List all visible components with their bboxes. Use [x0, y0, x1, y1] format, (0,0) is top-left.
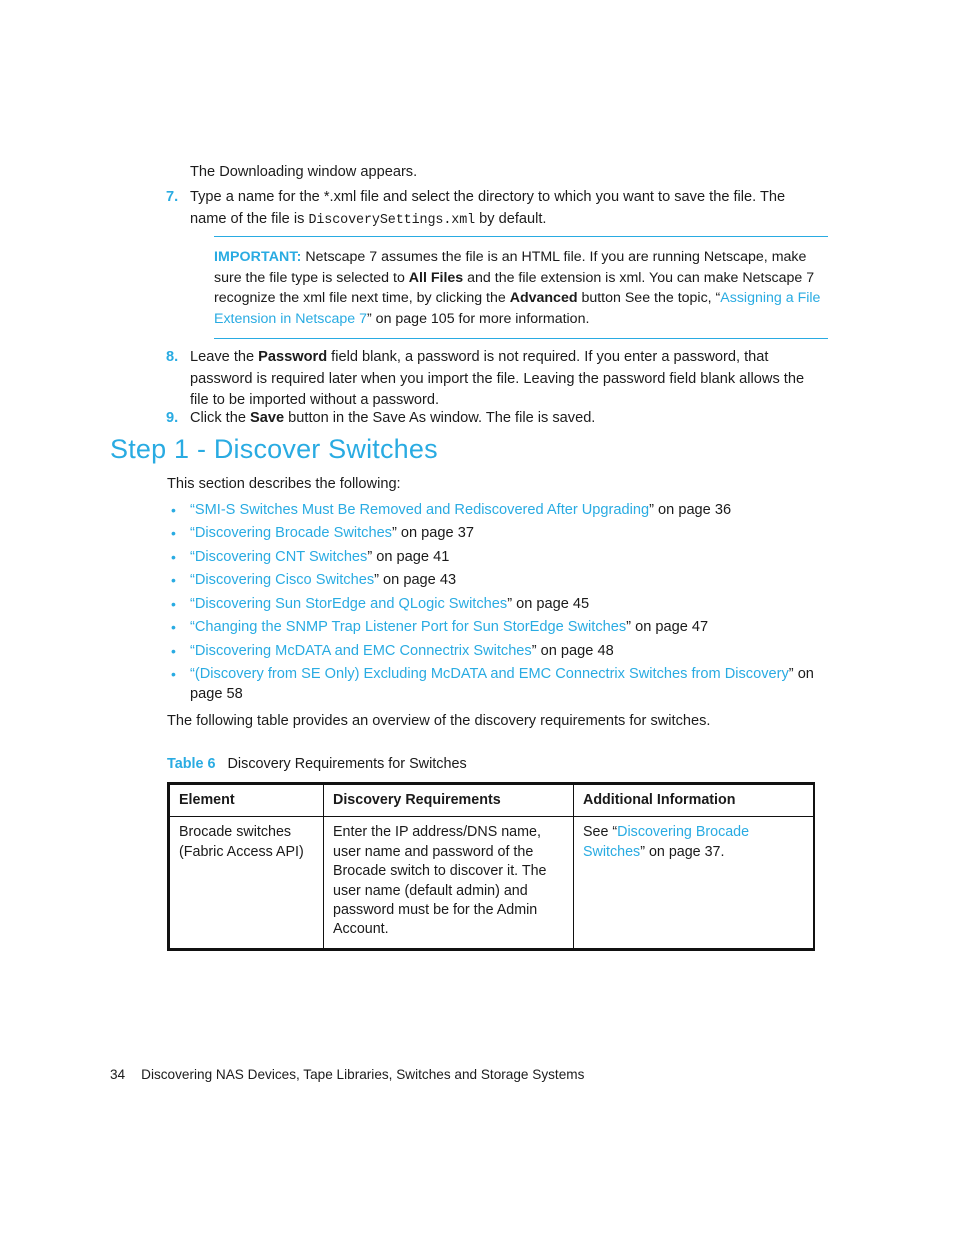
step-item-8: 8. Leave the Password field blank, a pas…: [166, 347, 818, 412]
note-part-4: ” on page 105 for more information.: [367, 310, 590, 327]
footer-page-number: 34: [110, 1067, 126, 1082]
section-heading: Step 1 - Discover Switches: [110, 434, 438, 464]
table-caption-text: Discovery Requirements for Switches: [227, 756, 467, 772]
bullet-icon: •: [171, 666, 176, 683]
important-note: IMPORTANT: Netscape 7 assumes the file i…: [214, 236, 828, 340]
list-item-suffix: ” on page 43: [374, 572, 457, 589]
table-lead-paragraph: The following table provides an overview…: [167, 713, 711, 729]
note-bold-advanced: Advanced: [509, 290, 578, 307]
table-header-discovery-requirements: Discovery Requirements: [323, 783, 574, 818]
list-item-suffix: ” on page 36: [649, 502, 732, 518]
table-header-additional-information: Additional Information: [573, 783, 814, 818]
bullet-icon: •: [171, 595, 176, 612]
table-row: Brocade switches (Fabric Access API) Ent…: [169, 816, 814, 949]
step-number: 7.: [166, 189, 179, 205]
list-item: • “Discovering Cisco Switches” on page 43: [167, 571, 827, 590]
list-item-suffix: ” on page 45: [507, 595, 590, 612]
list-item-suffix: ” on page 41: [367, 548, 450, 565]
table-caption-number: Table 6: [167, 756, 216, 772]
cell-element: Brocade switches (Fabric Access API): [169, 816, 324, 949]
step-text: Click the Save button in the Save As win…: [190, 408, 818, 430]
list-item-link[interactable]: Discovering CNT Switches: [195, 549, 367, 565]
list-item: • “Discovering McDATA and EMC Connectrix …: [167, 642, 827, 661]
discovery-requirements-table: Element Discovery Requirements Additiona…: [169, 783, 814, 949]
bullet-icon: •: [171, 548, 176, 565]
list-item-link[interactable]: Changing the SNMP Trap Listener Port for…: [195, 619, 626, 635]
list-item: • “(Discovery from SE Only) Excluding McD…: [167, 665, 827, 704]
list-item: • “Discovering CNT Switches” on page 41: [167, 548, 827, 567]
list-item-link[interactable]: Discovering Cisco Switches: [195, 572, 374, 588]
bullet-icon: •: [171, 525, 176, 542]
list-item-link[interactable]: (Discovery from SE Only) Excluding McDAT…: [195, 666, 789, 682]
step-text-part-1: Click the: [190, 410, 251, 426]
step-bold-save: Save: [250, 410, 285, 426]
step-number: 9.: [166, 410, 179, 426]
step-text: Leave the Password field blank, a passwo…: [190, 347, 818, 412]
discovery-requirements-table-wrapper: Element Discovery Requirements Additiona…: [167, 782, 815, 951]
step-text-after: by default.: [475, 210, 547, 227]
important-note-body: IMPORTANT: Netscape 7 assumes the file i…: [214, 247, 828, 329]
cross-reference-list: • “SMI-S Switches Must Be Removed and Red…: [167, 501, 827, 708]
bullet-icon: •: [171, 572, 176, 589]
list-item-link[interactable]: Discovering McDATA and EMC Connectrix Sw…: [195, 643, 532, 659]
footer-title: Discovering NAS Devices, Tape Libraries,…: [141, 1067, 585, 1082]
table-header-element: Element: [169, 783, 324, 818]
list-item-suffix: ” on page 47: [626, 619, 709, 636]
document-page: The Downloading window appears. 7. Type …: [0, 0, 954, 1235]
step-item-9: 9. Click the Save button in the Save As …: [166, 408, 818, 430]
step-text-part-1: Leave the: [190, 349, 259, 365]
cell-requirements: Enter the IP address/DNS name, user name…: [323, 816, 574, 949]
step-number: 8.: [166, 349, 179, 365]
section-intro-paragraph: This section describes the following:: [167, 476, 401, 492]
filename-mono: DiscoverySettings.xml: [308, 212, 476, 228]
list-item-link[interactable]: Discovering Brocade Switches: [195, 525, 392, 541]
page-footer: 34 Discovering NAS Devices, Tape Librarie…: [110, 1066, 584, 1084]
list-item-suffix: ” on page 48: [531, 642, 614, 659]
bullet-icon: •: [171, 619, 176, 636]
list-item: • “Discovering Sun StorEdge and QLogic Sw…: [167, 595, 827, 614]
list-item: • “Discovering Brocade Switches” on page …: [167, 524, 827, 543]
bullet-icon: •: [171, 502, 176, 518]
step-item-7: 7. Type a name for the *.xml file and se…: [166, 187, 818, 231]
note-part-3: button See the topic, “: [577, 290, 721, 307]
cell-additional-suffix: ” on page 37.: [640, 843, 725, 860]
cell-additional-prefix: See “: [583, 824, 618, 841]
list-item-suffix: ” on page 37: [391, 525, 474, 542]
step-text: Type a name for the *.xml file and selec…: [190, 187, 818, 231]
bullet-icon: •: [171, 642, 176, 659]
table-caption: Table 6 Discovery Requirements for Switch…: [167, 755, 467, 774]
important-label: IMPORTANT:: [214, 249, 302, 265]
list-item: • “Changing the SNMP Trap Listener Port f…: [167, 618, 827, 637]
table-header-row: Element Discovery Requirements Additiona…: [169, 783, 814, 818]
note-bold-all-files: All Files: [408, 269, 464, 286]
step-text-part-2: button in the Save As window. The file i…: [284, 410, 596, 426]
intro-paragraph: The Downloading window appears.: [190, 164, 418, 180]
list-item-link[interactable]: SMI-S Switches Must Be Removed and Redis…: [195, 502, 649, 518]
cell-additional-information: See “Discovering Brocade Switches” on pa…: [573, 816, 814, 949]
list-item: • “SMI-S Switches Must Be Removed and Red…: [167, 501, 827, 520]
list-item-link[interactable]: Discovering Sun StorEdge and QLogic Swit…: [195, 596, 507, 612]
step-bold-password: Password: [258, 349, 328, 365]
